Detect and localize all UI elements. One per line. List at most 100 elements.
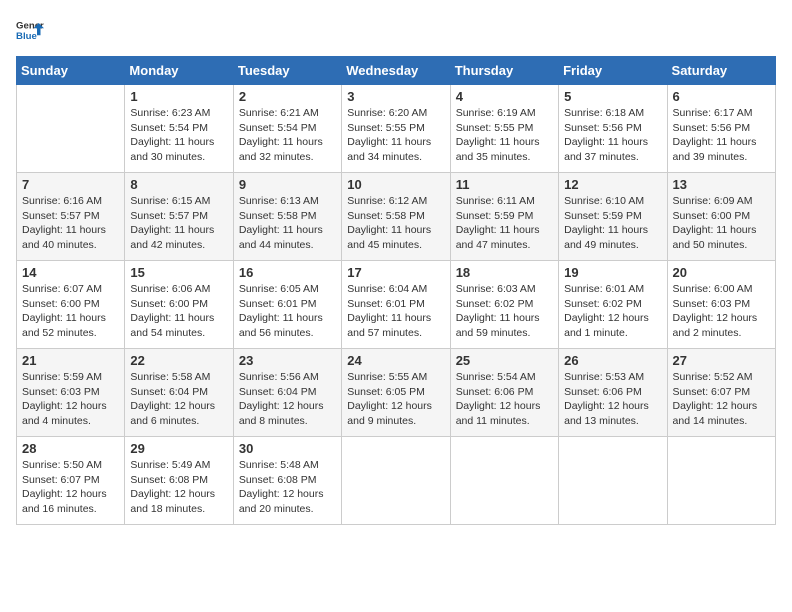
calendar-week-row: 21 Sunrise: 5:59 AMSunset: 6:03 PMDayligh… xyxy=(17,349,776,437)
day-number: 5 xyxy=(564,89,661,104)
logo-icon: General Blue xyxy=(16,16,44,44)
calendar-cell: 3Sunrise: 6:20 AMSunset: 5:55 PMDaylight… xyxy=(342,85,450,173)
day-detail: Sunrise: 6:11 AMSunset: 5:59 PMDaylight:… xyxy=(456,194,553,253)
day-number: 6 xyxy=(673,89,770,104)
calendar-cell: 1 Sunrise: 6:23 AMSunset: 5:54 PMDaylight… xyxy=(125,85,233,173)
logo: General Blue xyxy=(16,16,48,44)
day-detail: Sunrise: 6:16 AMSunset: 5:57 PMDaylight:… xyxy=(22,194,119,253)
day-number: 30 xyxy=(239,441,336,456)
calendar-cell: 7 Sunrise: 6:16 AMSunset: 5:57 PMDaylight… xyxy=(17,173,125,261)
day-detail: Sunrise: 5:55 AMSunset: 6:05 PMDaylight:… xyxy=(347,370,444,429)
day-detail: Sunrise: 6:15 AMSunset: 5:57 PMDaylight:… xyxy=(130,194,227,253)
calendar-cell: 22 Sunrise: 5:58 AMSunset: 6:04 PMDayligh… xyxy=(125,349,233,437)
day-detail: Sunrise: 6:03 AMSunset: 6:02 PMDaylight:… xyxy=(456,282,553,341)
day-number: 1 xyxy=(130,89,227,104)
day-detail: Sunrise: 6:18 AMSunset: 5:56 PMDaylight:… xyxy=(564,106,661,165)
calendar-cell: 21 Sunrise: 5:59 AMSunset: 6:03 PMDayligh… xyxy=(17,349,125,437)
day-number: 17 xyxy=(347,265,444,280)
day-detail: Sunrise: 6:17 AMSunset: 5:56 PMDaylight:… xyxy=(673,106,770,165)
weekday-header-tuesday: Tuesday xyxy=(233,57,341,85)
calendar-cell: 12 Sunrise: 6:10 AMSunset: 5:59 PMDayligh… xyxy=(559,173,667,261)
day-detail: Sunrise: 6:04 AMSunset: 6:01 PMDaylight:… xyxy=(347,282,444,341)
calendar-table: SundayMondayTuesdayWednesdayThursdayFrid… xyxy=(16,56,776,525)
calendar-cell: 17 Sunrise: 6:04 AMSunset: 6:01 PMDayligh… xyxy=(342,261,450,349)
calendar-cell xyxy=(17,85,125,173)
calendar-cell: 10 Sunrise: 6:12 AMSunset: 5:58 PMDayligh… xyxy=(342,173,450,261)
weekday-header-row: SundayMondayTuesdayWednesdayThursdayFrid… xyxy=(17,57,776,85)
calendar-cell: 26Sunrise: 5:53 AMSunset: 6:06 PMDayligh… xyxy=(559,349,667,437)
day-detail: Sunrise: 6:06 AMSunset: 6:00 PMDaylight:… xyxy=(130,282,227,341)
calendar-cell: 14Sunrise: 6:07 AMSunset: 6:00 PMDayligh… xyxy=(17,261,125,349)
day-detail: Sunrise: 5:59 AMSunset: 6:03 PMDaylight:… xyxy=(22,370,119,429)
calendar-week-row: 7 Sunrise: 6:16 AMSunset: 5:57 PMDaylight… xyxy=(17,173,776,261)
calendar-cell: 29Sunrise: 5:49 AMSunset: 6:08 PMDayligh… xyxy=(125,437,233,525)
weekday-header-thursday: Thursday xyxy=(450,57,558,85)
day-number: 13 xyxy=(673,177,770,192)
day-number: 9 xyxy=(239,177,336,192)
svg-text:Blue: Blue xyxy=(16,31,37,42)
calendar-cell: 8 Sunrise: 6:15 AMSunset: 5:57 PMDaylight… xyxy=(125,173,233,261)
day-detail: Sunrise: 6:20 AMSunset: 5:55 PMDaylight:… xyxy=(347,106,444,165)
calendar-cell: 5 Sunrise: 6:18 AMSunset: 5:56 PMDaylight… xyxy=(559,85,667,173)
weekday-header-saturday: Saturday xyxy=(667,57,775,85)
day-detail: Sunrise: 6:07 AMSunset: 6:00 PMDaylight:… xyxy=(22,282,119,341)
day-number: 25 xyxy=(456,353,553,368)
calendar-cell xyxy=(342,437,450,525)
day-number: 10 xyxy=(347,177,444,192)
day-detail: Sunrise: 6:00 AMSunset: 6:03 PMDaylight:… xyxy=(673,282,770,341)
calendar-cell: 25 Sunrise: 5:54 AMSunset: 6:06 PMDayligh… xyxy=(450,349,558,437)
day-detail: Sunrise: 5:50 AMSunset: 6:07 PMDaylight:… xyxy=(22,458,119,517)
calendar-cell: 11 Sunrise: 6:11 AMSunset: 5:59 PMDayligh… xyxy=(450,173,558,261)
weekday-header-wednesday: Wednesday xyxy=(342,57,450,85)
day-detail: Sunrise: 6:12 AMSunset: 5:58 PMDaylight:… xyxy=(347,194,444,253)
day-number: 12 xyxy=(564,177,661,192)
calendar-week-row: 14Sunrise: 6:07 AMSunset: 6:00 PMDayligh… xyxy=(17,261,776,349)
calendar-cell: 4 Sunrise: 6:19 AMSunset: 5:55 PMDaylight… xyxy=(450,85,558,173)
weekday-header-sunday: Sunday xyxy=(17,57,125,85)
day-number: 28 xyxy=(22,441,119,456)
calendar-cell: 20 Sunrise: 6:00 AMSunset: 6:03 PMDayligh… xyxy=(667,261,775,349)
calendar-cell: 6 Sunrise: 6:17 AMSunset: 5:56 PMDaylight… xyxy=(667,85,775,173)
calendar-cell xyxy=(450,437,558,525)
day-detail: Sunrise: 6:21 AMSunset: 5:54 PMDaylight:… xyxy=(239,106,336,165)
calendar-cell: 16 Sunrise: 6:05 AMSunset: 6:01 PMDayligh… xyxy=(233,261,341,349)
calendar-cell: 30 Sunrise: 5:48 AMSunset: 6:08 PMDayligh… xyxy=(233,437,341,525)
day-detail: Sunrise: 6:10 AMSunset: 5:59 PMDaylight:… xyxy=(564,194,661,253)
day-number: 20 xyxy=(673,265,770,280)
day-detail: Sunrise: 6:09 AMSunset: 6:00 PMDaylight:… xyxy=(673,194,770,253)
day-detail: Sunrise: 6:01 AMSunset: 6:02 PMDaylight:… xyxy=(564,282,661,341)
weekday-header-monday: Monday xyxy=(125,57,233,85)
day-number: 23 xyxy=(239,353,336,368)
day-number: 2 xyxy=(239,89,336,104)
calendar-cell: 15 Sunrise: 6:06 AMSunset: 6:00 PMDayligh… xyxy=(125,261,233,349)
weekday-header-friday: Friday xyxy=(559,57,667,85)
day-detail: Sunrise: 6:23 AMSunset: 5:54 PMDaylight:… xyxy=(130,106,227,165)
day-number: 22 xyxy=(130,353,227,368)
day-detail: Sunrise: 6:05 AMSunset: 6:01 PMDaylight:… xyxy=(239,282,336,341)
day-number: 29 xyxy=(130,441,227,456)
day-detail: Sunrise: 5:54 AMSunset: 6:06 PMDaylight:… xyxy=(456,370,553,429)
calendar-week-row: 28 Sunrise: 5:50 AMSunset: 6:07 PMDayligh… xyxy=(17,437,776,525)
calendar-cell: 27Sunrise: 5:52 AMSunset: 6:07 PMDayligh… xyxy=(667,349,775,437)
day-detail: Sunrise: 5:58 AMSunset: 6:04 PMDaylight:… xyxy=(130,370,227,429)
day-number: 24 xyxy=(347,353,444,368)
calendar-cell: 19Sunrise: 6:01 AMSunset: 6:02 PMDayligh… xyxy=(559,261,667,349)
calendar-week-row: 1 Sunrise: 6:23 AMSunset: 5:54 PMDaylight… xyxy=(17,85,776,173)
day-number: 18 xyxy=(456,265,553,280)
day-number: 11 xyxy=(456,177,553,192)
day-number: 4 xyxy=(456,89,553,104)
calendar-cell: 24 Sunrise: 5:55 AMSunset: 6:05 PMDayligh… xyxy=(342,349,450,437)
day-number: 15 xyxy=(130,265,227,280)
day-detail: Sunrise: 5:56 AMSunset: 6:04 PMDaylight:… xyxy=(239,370,336,429)
day-number: 21 xyxy=(22,353,119,368)
day-number: 16 xyxy=(239,265,336,280)
calendar-cell xyxy=(667,437,775,525)
day-number: 27 xyxy=(673,353,770,368)
calendar-cell: 13 Sunrise: 6:09 AMSunset: 6:00 PMDayligh… xyxy=(667,173,775,261)
calendar-cell xyxy=(559,437,667,525)
day-number: 8 xyxy=(130,177,227,192)
day-detail: Sunrise: 6:19 AMSunset: 5:55 PMDaylight:… xyxy=(456,106,553,165)
calendar-cell: 28 Sunrise: 5:50 AMSunset: 6:07 PMDayligh… xyxy=(17,437,125,525)
day-detail: Sunrise: 5:48 AMSunset: 6:08 PMDaylight:… xyxy=(239,458,336,517)
day-number: 7 xyxy=(22,177,119,192)
